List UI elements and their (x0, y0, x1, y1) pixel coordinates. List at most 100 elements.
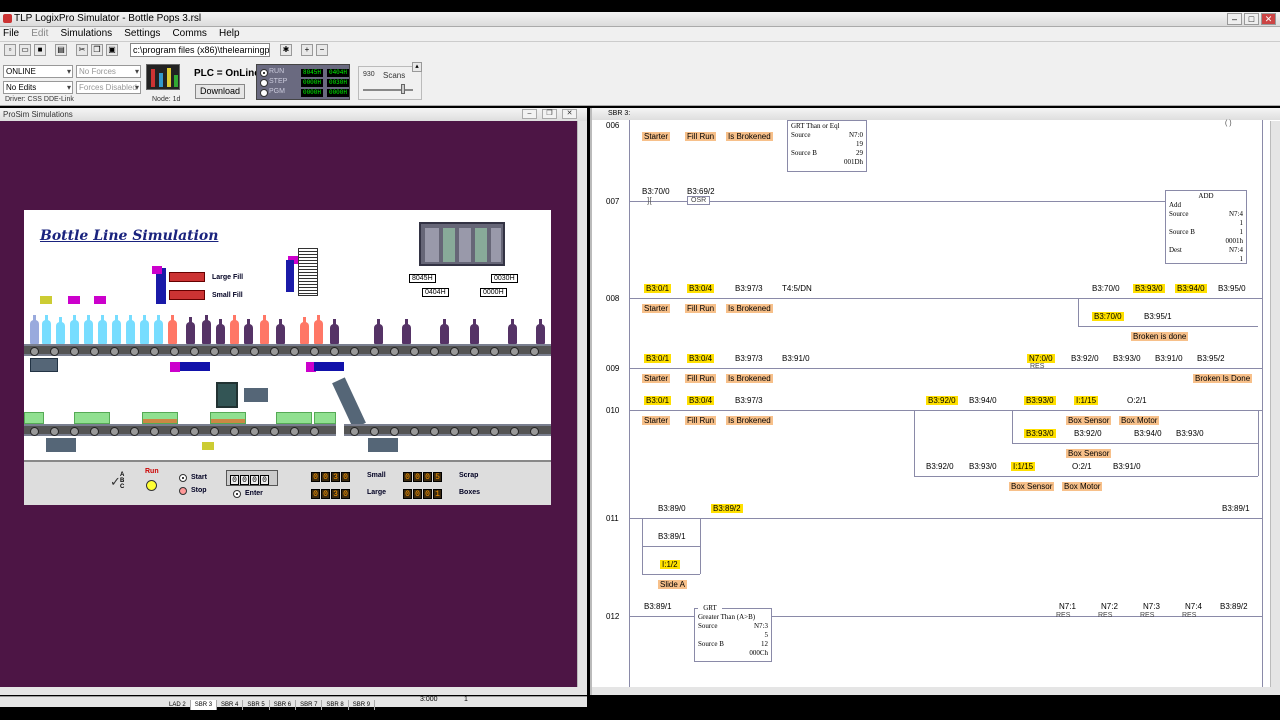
forces-select[interactable]: No Forces (76, 65, 141, 78)
zoom-in-icon[interactable]: + (301, 44, 313, 56)
save-icon[interactable]: ■ (34, 44, 46, 56)
tab-sbr-9[interactable]: SBR 9 (349, 700, 376, 710)
pusher (314, 362, 344, 371)
plc-status: PLC = OnLine (194, 68, 260, 79)
menu-simulations[interactable]: Simulations (57, 27, 118, 41)
hex-readout: 0404H (327, 69, 349, 77)
motor-icon (30, 358, 58, 372)
close-button[interactable]: ✕ (562, 109, 577, 119)
control-panel: ✓ ABC Run Start Stop 0000 Enter 0030 Sma… (24, 460, 551, 505)
ladder-window: SBR 3: 006 Starter Fill Run Is Brokened … (590, 108, 1280, 695)
scan-slider-track[interactable] (363, 89, 413, 91)
tab-sbr-4[interactable]: SBR 4 (217, 700, 244, 710)
scan-value: 930 (363, 71, 375, 78)
menu-edit[interactable]: Edit (28, 27, 54, 41)
step-radio[interactable] (260, 79, 268, 87)
pgm-radio[interactable] (260, 89, 268, 97)
lower-conveyor (24, 424, 336, 436)
rack-tag: 0030H (491, 274, 518, 283)
indicator-lamp (152, 266, 162, 274)
ladder-header: SBR 3: (592, 108, 1280, 120)
prosim-header: ProSim Simulations – ❐ ✕ (0, 108, 587, 121)
restore-button[interactable]: ❐ (542, 109, 557, 119)
indicator-lamp (94, 296, 106, 304)
menu-help[interactable]: Help (216, 27, 246, 41)
rack-tag: 0000H (480, 288, 507, 297)
copy-icon[interactable]: ❐ (91, 44, 103, 56)
status-area: ONLINE No Forces No Edits Forces Disable… (0, 58, 1280, 106)
new-file-icon[interactable]: ▫ (4, 44, 16, 56)
thumbwheel[interactable]: 0000 (226, 470, 278, 486)
horizontal-scrollbar[interactable] (592, 687, 1280, 695)
run-radio[interactable] (260, 69, 268, 77)
close-button[interactable]: ✕ (1261, 13, 1276, 25)
motor-icon (244, 388, 268, 402)
paste-icon[interactable]: ▣ (106, 44, 118, 56)
motor-icon (368, 438, 398, 452)
tab-sbr-6[interactable]: SBR 6 (270, 700, 297, 710)
start-button[interactable] (179, 474, 187, 482)
cut-icon[interactable]: ✂ (76, 44, 88, 56)
tab-sbr-3[interactable]: SBR 3 (190, 700, 218, 710)
minimize-button[interactable]: – (1227, 13, 1242, 25)
window-title: TLP LogixPro Simulator - Bottle Pops 3.r… (14, 13, 202, 24)
grt-equal-block[interactable]: GRT Than or Eql Source N7:0 19 Source B 29… (787, 120, 867, 172)
enter-label: Enter (245, 490, 263, 497)
right-power-rail (1262, 120, 1263, 690)
panel-collapse-icon[interactable]: ▴ (412, 62, 422, 72)
step-label: STEP (269, 78, 288, 85)
hex-readout: 0000H (301, 89, 323, 97)
zoom-out-icon[interactable]: − (316, 44, 328, 56)
tab-sbr-5[interactable]: SBR 5 (243, 700, 270, 710)
position-readout: 1 (464, 696, 468, 703)
app-icon (3, 14, 12, 23)
motor-icon (46, 438, 76, 452)
prosim-title: ProSim Simulations (3, 110, 73, 119)
run-label: RUN (269, 68, 285, 75)
rack-tag: 0404H (422, 288, 449, 297)
mode-select[interactable]: ONLINE (3, 65, 73, 78)
path-field[interactable]: c:\program files (x86)\thelearningpit\lo… (130, 43, 270, 57)
hex-readout: 0000H (301, 79, 323, 87)
vertical-scrollbar[interactable] (1270, 121, 1280, 695)
menu-comms[interactable]: Comms (169, 27, 212, 41)
start-label: Start (191, 474, 207, 481)
hex-readout: 0000H (327, 89, 349, 97)
large-label: Large (367, 489, 387, 496)
pusher (180, 362, 210, 371)
menu-file[interactable]: File (0, 27, 25, 41)
maximize-button[interactable]: □ (1244, 13, 1259, 25)
add-block[interactable]: ADD Add Source N7:4 1 Source B1 0001h Des… (1165, 190, 1247, 264)
forces-disabled-select[interactable]: Forces Disabled (76, 81, 141, 94)
open-folder-icon[interactable]: ▭ (19, 44, 31, 56)
edits-select[interactable]: No Edits (3, 81, 73, 94)
grt-block[interactable]: GRT Greater Than (A>B) Source N7:3 5 Sour… (694, 604, 772, 662)
tab-sbr-7[interactable]: SBR 7 (296, 700, 323, 710)
large-counter: 0030 (311, 487, 351, 499)
small-label: Small (367, 472, 386, 479)
scrap-counter: 0005 (403, 470, 443, 482)
print-icon[interactable]: ▤ (55, 44, 67, 56)
stop-button[interactable] (179, 487, 187, 495)
enter-button[interactable] (233, 490, 241, 498)
vertical-scrollbar[interactable] (577, 121, 587, 687)
ladder-tabs: LAD 2 SBR 3 SBR 4 SBR 5 SBR 6 SBR 7 SBR 8 SBR 9 (0, 696, 587, 710)
run-label: Run (145, 468, 159, 475)
tools-icon[interactable]: ✱ (280, 44, 292, 56)
driver-label: Driver: CSS DDE-Link (5, 96, 74, 103)
minimize-button[interactable]: – (522, 109, 537, 119)
abc-icon: ABC (120, 472, 125, 490)
horizontal-scrollbar[interactable] (0, 687, 587, 695)
tab-sbr-8[interactable]: SBR 8 (322, 700, 349, 710)
scan-slider-handle[interactable] (401, 84, 405, 94)
left-power-rail (629, 120, 630, 690)
run-lamp (146, 480, 157, 491)
download-button[interactable]: Download (195, 84, 245, 99)
pgm-label: PGM (269, 88, 285, 95)
tab-lad-2[interactable]: LAD 2 (165, 700, 191, 710)
large-fill-valve (169, 272, 205, 282)
small-fill-label: Small Fill (212, 292, 243, 299)
tank (286, 260, 294, 292)
menu-settings[interactable]: Settings (121, 27, 166, 41)
prosim-window: ProSim Simulations – ❐ ✕ Bottle Line Sim… (0, 108, 587, 695)
